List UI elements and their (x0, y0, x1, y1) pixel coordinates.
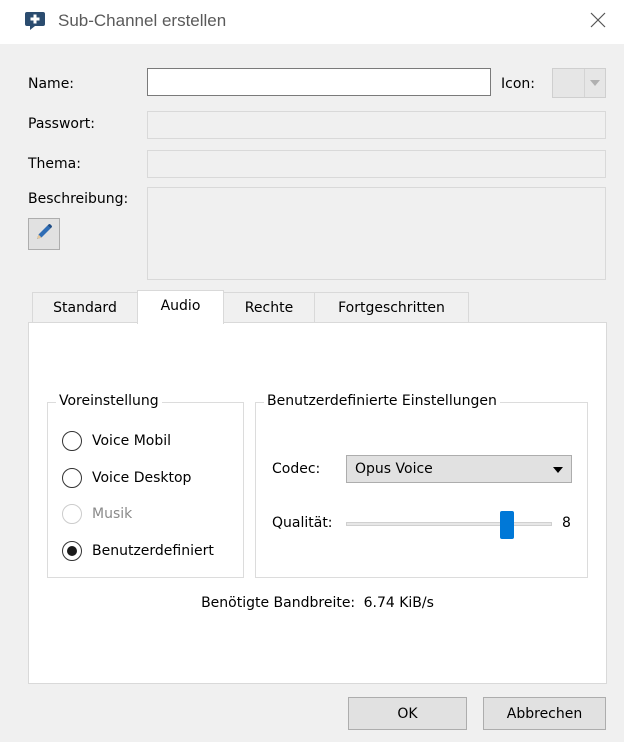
radio-benutzerdefiniert[interactable] (62, 541, 82, 561)
preset-voice-desktop-label: Voice Desktop (92, 470, 192, 486)
codec-select[interactable]: Opus Voice (346, 455, 572, 483)
tab-fortgeschritten-label: Fortgeschritten (338, 299, 445, 316)
quality-slider-thumb[interactable] (499, 511, 514, 539)
codec-label: Codec: (272, 461, 321, 477)
preset-musik: Musik (62, 504, 132, 524)
ok-button-label: OK (397, 705, 418, 722)
preset-group-title: Voreinstellung (56, 393, 162, 409)
tab-fortgeschritten[interactable]: Fortgeschritten (314, 292, 469, 322)
password-label: Passwort: (28, 116, 95, 132)
tab-rechte[interactable]: Rechte (223, 292, 315, 322)
preset-benutzerdefiniert[interactable]: Benutzerdefiniert (62, 541, 214, 561)
topic-input[interactable] (147, 150, 606, 178)
bandwidth-label: Benötigte Bandbreite: (201, 595, 356, 611)
tab-standard-label: Standard (53, 299, 117, 316)
cancel-button-label: Abbrechen (506, 705, 583, 722)
preset-musik-label: Musik (92, 506, 133, 522)
tab-audio-label: Audio (160, 298, 201, 314)
bandwidth-row: Benötigte Bandbreite: 6.74 KiB/s (29, 595, 606, 611)
topic-label: Thema: (28, 156, 81, 172)
bandwidth-value: 6.74 KiB/s (363, 595, 434, 611)
tab-rechte-label: Rechte (244, 299, 294, 316)
pencil-icon (34, 222, 54, 246)
audio-tab-panel: Voreinstellung Voice Mobil Voice Desktop… (28, 322, 607, 684)
cancel-button[interactable]: Abbrechen (483, 697, 606, 730)
ok-button[interactable]: OK (348, 697, 467, 730)
plus-badge-icon (24, 11, 46, 31)
tab-standard[interactable]: Standard (32, 292, 138, 322)
quality-label: Qualität: (272, 515, 333, 531)
close-button[interactable] (584, 8, 612, 36)
close-icon (590, 12, 606, 32)
radio-voice-mobil[interactable] (62, 431, 82, 451)
name-label: Name: (28, 76, 75, 92)
title-bar: Sub-Channel erstellen (0, 0, 624, 44)
preset-voice-mobil-label: Voice Mobil (92, 433, 172, 449)
name-input[interactable] (147, 68, 491, 96)
window-title: Sub-Channel erstellen (58, 11, 227, 30)
password-input[interactable] (147, 111, 606, 139)
tab-audio[interactable]: Audio (137, 290, 224, 324)
quality-slider-track[interactable] (346, 522, 552, 526)
radio-musik (62, 504, 82, 524)
description-label: Beschreibung: (28, 191, 129, 207)
radio-voice-desktop[interactable] (62, 468, 82, 488)
custom-settings-group: Benutzerdefinierte Einstellungen Codec: … (255, 393, 588, 578)
quality-value: 8 (562, 515, 571, 531)
preset-voice-mobil[interactable]: Voice Mobil (62, 431, 171, 451)
preset-voice-desktop[interactable]: Voice Desktop (62, 468, 191, 488)
preset-benutzerdefiniert-label: Benutzerdefiniert (92, 543, 214, 559)
description-field[interactable] (147, 187, 606, 280)
chevron-down-icon (553, 467, 563, 473)
icon-select[interactable] (552, 68, 606, 98)
codec-value: Opus Voice (355, 461, 433, 477)
chevron-down-icon (584, 69, 605, 97)
edit-description-button[interactable] (28, 218, 60, 250)
custom-settings-group-title: Benutzerdefinierte Einstellungen (264, 393, 500, 409)
icon-label: Icon: (501, 76, 535, 92)
preset-group: Voreinstellung Voice Mobil Voice Desktop… (47, 393, 244, 578)
